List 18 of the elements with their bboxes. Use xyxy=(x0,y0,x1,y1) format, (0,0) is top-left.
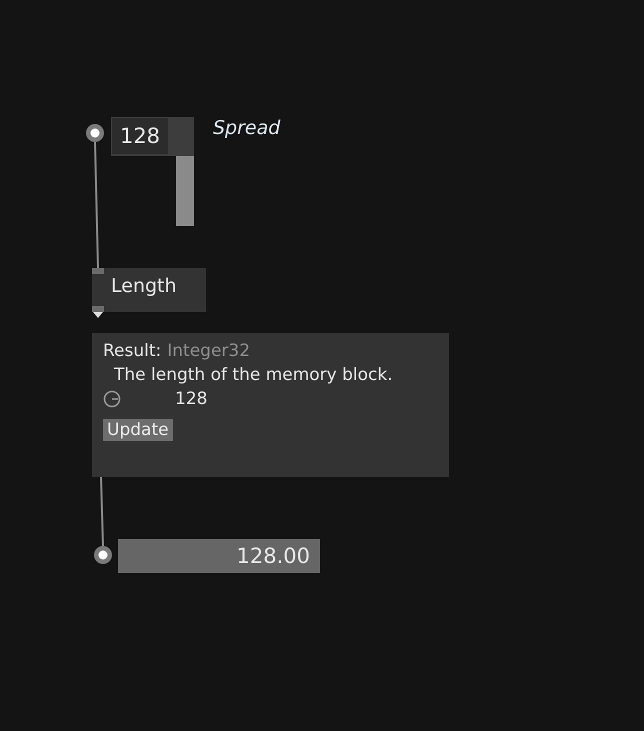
result-type: Integer32 xyxy=(167,341,250,361)
node-title: Length xyxy=(111,275,177,297)
pin-icon[interactable] xyxy=(85,123,105,143)
description-text: The length of the memory block. xyxy=(113,365,394,385)
clock-icon xyxy=(103,390,121,408)
number-box[interactable]: 128 xyxy=(111,117,194,156)
number-value: 128 xyxy=(112,118,168,154)
update-button[interactable]: Update xyxy=(103,419,173,441)
number-box[interactable]: 128.00 xyxy=(118,539,320,573)
wire xyxy=(100,476,104,546)
resize-handle[interactable] xyxy=(176,156,194,226)
pin-icon[interactable] xyxy=(93,545,113,565)
result-label: Result: xyxy=(103,341,162,361)
node-box[interactable] xyxy=(92,268,206,312)
io-box-label: Spread xyxy=(213,117,280,139)
input-pin[interactable] xyxy=(92,268,104,274)
value-text: 128 xyxy=(175,389,208,409)
pointer-icon xyxy=(93,312,103,318)
